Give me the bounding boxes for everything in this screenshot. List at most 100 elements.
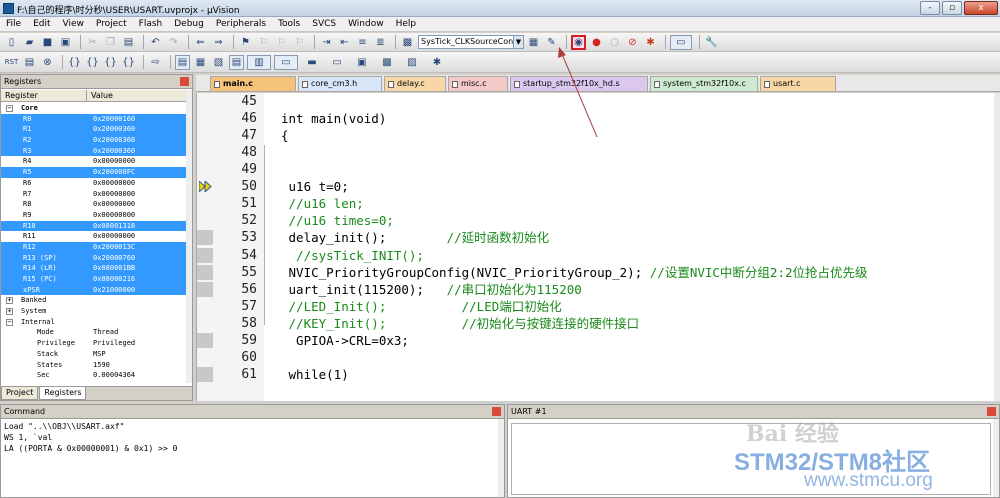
analysis-window-icon[interactable]: ▣ xyxy=(351,55,373,70)
menu-flash[interactable]: Flash xyxy=(133,17,169,31)
internal-row[interactable]: Stack MSP xyxy=(1,349,188,360)
save-all-icon[interactable]: ▣ xyxy=(58,35,73,50)
register-row[interactable]: R10 0x08001318 xyxy=(1,220,188,232)
reset-icon[interactable]: RST xyxy=(4,55,19,70)
tree-node-group[interactable]: + Banked xyxy=(1,295,188,306)
menu-svcs[interactable]: SVCS xyxy=(306,17,342,31)
register-row[interactable]: xPSR 0x21000000 xyxy=(1,284,188,296)
code-editor[interactable]: 45 46 int main(void) 47{48 49 50 u16 t=0; 51 /… xyxy=(196,93,1000,401)
register-row[interactable]: R4 0x00000000 xyxy=(1,156,188,167)
register-row[interactable]: R2 0x20000360 xyxy=(1,135,188,146)
kill-all-breakpoints-icon[interactable]: ✱ xyxy=(643,35,658,50)
registers-scrollbar[interactable] xyxy=(186,90,192,383)
system-viewer-icon[interactable]: ▨ xyxy=(401,55,423,70)
internal-row[interactable]: Sec 0.00004364 xyxy=(1,370,188,381)
run-to-cursor-icon[interactable]: {} xyxy=(121,55,136,70)
register-row[interactable]: R9 0x00000000 xyxy=(1,210,188,221)
start-stop-debug-icon[interactable]: ◉ xyxy=(571,34,586,50)
menu-peripherals[interactable]: Peripherals xyxy=(210,17,272,31)
incremental-find-icon[interactable]: ✎ xyxy=(544,35,559,50)
executable-line-marker[interactable] xyxy=(197,332,213,348)
register-value[interactable]: 0x2000013C xyxy=(93,242,135,253)
toolbox-icon[interactable]: ✱ xyxy=(426,55,448,70)
code-line[interactable]: 61 while(1) xyxy=(197,366,995,383)
bookmark-icon[interactable]: ⚑ xyxy=(238,35,253,50)
menu-window[interactable]: Window xyxy=(342,17,390,31)
expand-icon[interactable]: + xyxy=(6,297,13,305)
register-value[interactable]: 0x00000000 xyxy=(93,210,135,221)
code-line[interactable]: 48 xyxy=(197,144,995,161)
register-row[interactable]: R3 0x20000360 xyxy=(1,145,188,157)
menu-edit[interactable]: Edit xyxy=(27,17,56,31)
code-line[interactable]: 52 //u16 times=0; xyxy=(197,212,995,229)
menu-project[interactable]: Project xyxy=(90,17,133,31)
code-line[interactable]: 57 //LED_Init(); //LED端口初始化 xyxy=(197,298,995,315)
redo-icon[interactable]: ↷ xyxy=(166,35,181,50)
undo-icon[interactable]: ↶ xyxy=(148,35,163,50)
open-folder-icon[interactable]: ▰ xyxy=(22,35,37,50)
save-icon[interactable]: ■ xyxy=(40,35,55,50)
code-line[interactable]: 47 { xyxy=(197,127,995,144)
code-line[interactable]: 53 delay_init(); //延时函数初始化 xyxy=(197,229,995,246)
editor-tab[interactable]: startup_stm32f10x_hd.s xyxy=(510,76,648,91)
run-icon[interactable]: ▤ xyxy=(22,55,37,70)
chevron-down-icon[interactable]: ▼ xyxy=(513,36,523,48)
menu-help[interactable]: Help xyxy=(390,17,423,31)
editor-scrollbar[interactable] xyxy=(994,93,1000,401)
executable-line-marker[interactable] xyxy=(197,230,213,246)
internal-row[interactable]: Mode Thread xyxy=(1,327,188,338)
uncomment-icon[interactable]: ≣ xyxy=(373,35,388,50)
close-icon[interactable] xyxy=(987,407,996,416)
register-value[interactable]: 0x00000000 xyxy=(93,156,135,167)
maximize-button[interactable]: ▫ xyxy=(942,1,962,15)
window-layout-icon[interactable]: ▭ xyxy=(670,34,692,50)
register-row[interactable]: R14 (LR) 0x080001BB xyxy=(1,263,188,274)
tab-project[interactable]: Project xyxy=(1,387,39,400)
indent-icon[interactable]: ⇥ xyxy=(319,35,334,50)
new-file-icon[interactable]: ▯ xyxy=(4,35,19,50)
register-value[interactable]: 0x00000000 xyxy=(93,178,135,189)
cut-icon[interactable]: ✂ xyxy=(85,35,100,50)
register-value[interactable]: 0x08000216 xyxy=(93,274,135,285)
register-value[interactable]: 0x20000360 xyxy=(93,146,135,157)
uart-scrollbar[interactable] xyxy=(993,419,999,497)
clear-bookmarks-icon[interactable]: ⚐ xyxy=(292,35,307,50)
command-window-icon[interactable]: ▤ xyxy=(175,54,190,70)
code-line[interactable]: 60 xyxy=(197,349,995,366)
close-icon[interactable] xyxy=(180,77,189,86)
register-value[interactable]: 0x00000000 xyxy=(93,231,135,242)
editor-tab[interactable]: core_cm3.h xyxy=(298,76,382,91)
executable-line-marker[interactable] xyxy=(197,264,213,280)
show-next-statement-icon[interactable]: ⇨ xyxy=(148,55,163,70)
tree-node-group[interactable]: − Internal xyxy=(1,317,188,328)
register-row[interactable]: R8 0x00000000 xyxy=(1,199,188,210)
register-value[interactable]: 0x080001BB xyxy=(93,263,135,274)
editor-tab[interactable]: delay.c xyxy=(384,76,446,91)
column-register[interactable]: Register xyxy=(1,90,87,101)
step-out-icon[interactable]: {} xyxy=(103,55,118,70)
enable-breakpoint-icon[interactable]: ○ xyxy=(607,35,622,50)
nav-back-icon[interactable]: ⇐ xyxy=(193,35,208,50)
step-into-icon[interactable]: {} xyxy=(67,55,82,70)
code-line[interactable]: 49 xyxy=(197,161,995,178)
register-row[interactable]: R6 0x00000000 xyxy=(1,178,188,189)
tree-node-group[interactable]: + System xyxy=(1,306,188,317)
register-value[interactable]: 0x20000760 xyxy=(93,253,135,264)
code-line[interactable]: 59 GPIOA->CRL=0x3; xyxy=(197,332,995,349)
stop-icon[interactable]: ⊗ xyxy=(40,55,55,70)
register-value[interactable]: 0x20000160 xyxy=(93,114,135,125)
register-value[interactable]: 0x20000360 xyxy=(93,135,135,146)
executable-line-marker[interactable] xyxy=(197,366,213,382)
register-value[interactable]: 0x08001318 xyxy=(93,221,135,232)
comment-icon[interactable]: ≡ xyxy=(355,35,370,50)
internal-row[interactable]: States 1590 xyxy=(1,360,188,371)
editor-tab[interactable]: usart.c xyxy=(760,76,836,91)
tab-registers[interactable]: Registers xyxy=(39,387,87,400)
register-row[interactable]: R12 0x2000013C xyxy=(1,241,188,253)
paste-icon[interactable]: ▤ xyxy=(121,35,136,50)
register-row[interactable]: R5 0x200000FC xyxy=(1,167,188,178)
expand-icon[interactable]: + xyxy=(6,308,13,316)
register-row[interactable]: R1 0x20000360 xyxy=(1,124,188,136)
disassembly-window-icon[interactable]: ▦ xyxy=(193,55,208,70)
symbols-window-icon[interactable]: ▧ xyxy=(211,55,226,70)
